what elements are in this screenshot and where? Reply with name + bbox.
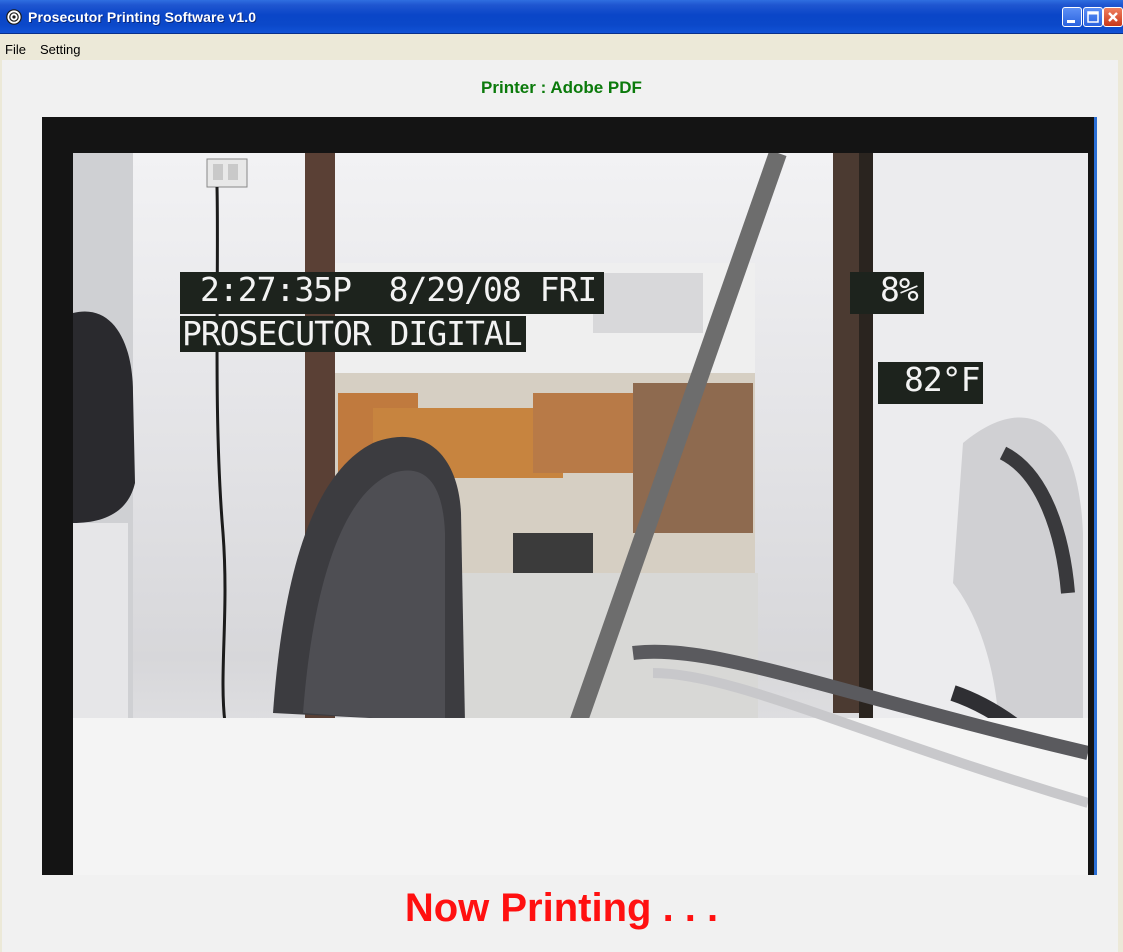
maximize-button[interactable] — [1083, 7, 1103, 27]
printer-label: Printer : Adobe PDF — [481, 78, 642, 97]
osd-caption: PROSECUTOR DIGITAL — [180, 316, 526, 352]
title-bar[interactable]: Prosecutor Printing Software v1.0 — [0, 0, 1123, 34]
menu-file[interactable]: File — [5, 42, 26, 57]
menu-setting[interactable]: Setting — [40, 42, 80, 57]
camera-scene — [73, 153, 1088, 875]
osd-temperature: 82°F — [878, 362, 984, 404]
osd-time-date: 2:27:35P 8/29/08 FRI — [180, 272, 605, 314]
window-title: Prosecutor Printing Software v1.0 — [28, 9, 257, 25]
minimize-icon — [1067, 20, 1075, 23]
osd-humidity: 8% — [850, 272, 924, 314]
video-border — [1094, 117, 1097, 875]
minimize-button[interactable] — [1062, 7, 1082, 27]
maximize-icon — [1087, 11, 1099, 23]
app-icon[interactable] — [6, 9, 22, 25]
video-preview: 2:27:35P 8/29/08 FRI PROSECUTOR DIGITAL … — [42, 117, 1097, 875]
close-button[interactable] — [1103, 7, 1123, 27]
camera-frame: 2:27:35P 8/29/08 FRI PROSECUTOR DIGITAL … — [73, 153, 1088, 875]
close-icon — [1108, 12, 1118, 22]
status-message: Now Printing . . . — [404, 886, 719, 930]
